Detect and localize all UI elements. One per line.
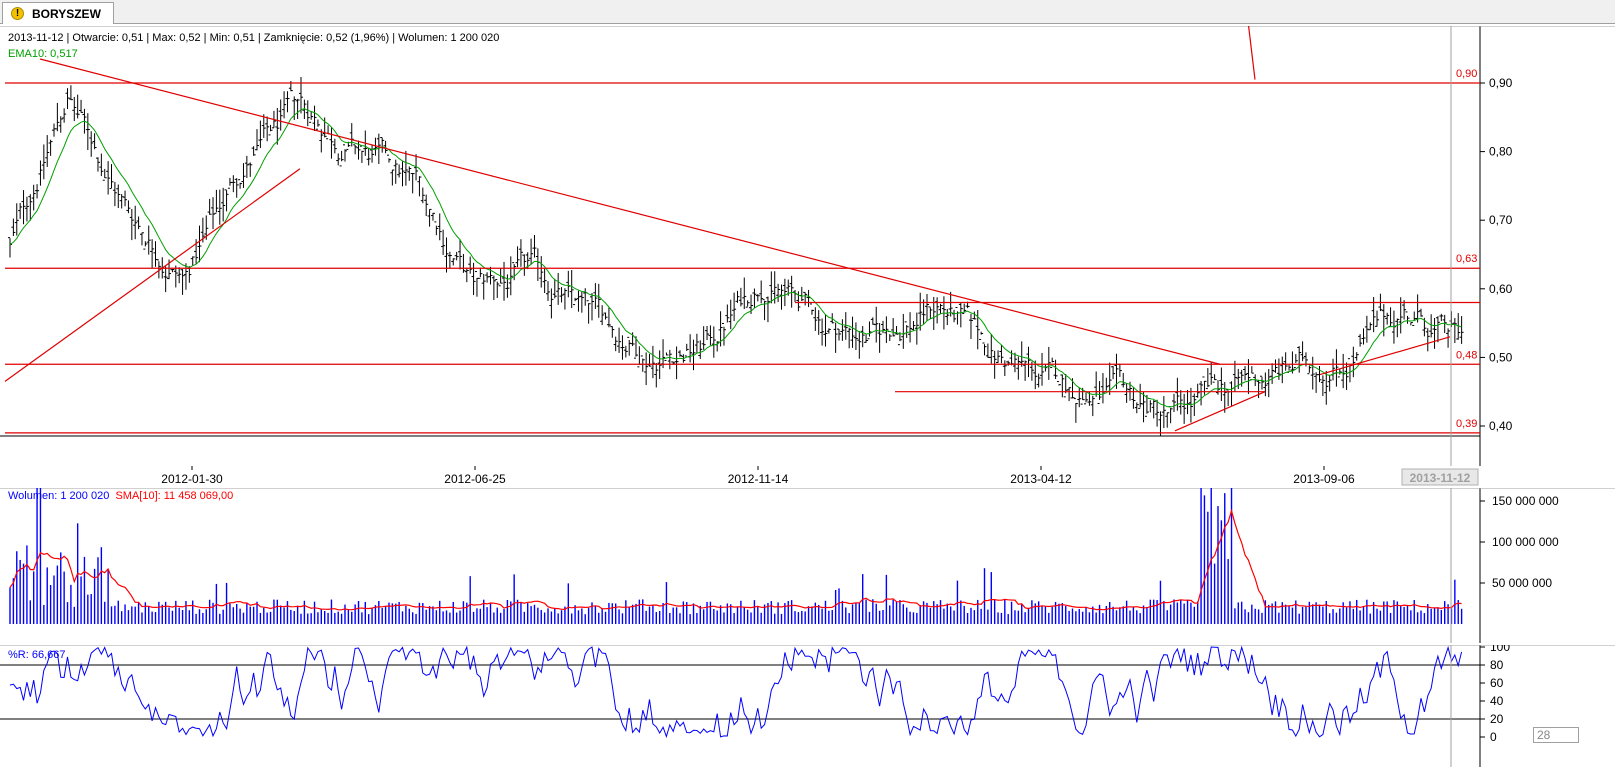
wr-tick-label: 100 [1490,645,1510,654]
volume-tick-label: 100 000 000 [1492,535,1559,549]
level-label: 0,39 [1456,418,1477,430]
wr-tick-label: 20 [1490,712,1504,726]
price-chart[interactable]: 0,90 0,80 0,70 0,60 0,50 0,40 0,90 0,63 0,48 0,39 [0,26,1615,466]
wr-label: %R: 66,667 [8,649,66,661]
trend-line [39,58,1221,365]
price-tick-label: 0,60 [1489,282,1513,296]
wr-line [9,645,1463,739]
wr-tick-label: 60 [1490,676,1504,690]
price-tick-label: 0,90 [1489,76,1513,90]
volume-legend-volume: Wolumen: 1 200 020 [8,490,110,502]
price-tick-label: 0,80 [1489,145,1513,159]
volume-chart[interactable]: 150 000 000 100 000 000 50 000 000 [0,488,1615,643]
volume-tick-label: 50 000 000 [1492,576,1552,590]
ohlc-info: 2013-11-12 | Otwarcie: 0,51 | Max: 0,52 … [8,32,500,44]
trend-line [1174,391,1266,432]
scroll-value-field[interactable]: 28 [1533,727,1579,743]
volume-pane[interactable]: 150 000 000 100 000 000 50 000 000 Wolumen… [0,488,1615,643]
volume-legend: Wolumen: 1 200 020 SMA[10]: 11 458 069,0… [8,490,233,502]
price-tick-label: 0,50 [1489,350,1513,364]
cursor-date-label: 2013-11-12 [1410,471,1471,485]
trend-line [1319,336,1451,376]
price-tick-label: 0,70 [1489,213,1513,227]
ema-line [9,108,1462,408]
date-tick-label: 2013-04-12 [1010,472,1072,486]
wr-pane[interactable]: 100 80 60 40 20 0 %R: 66,667 [0,645,1615,767]
price-tick-label: 0,40 [1489,419,1513,433]
date-tick-label: 2012-06-25 [444,472,506,486]
trend-line [1247,26,1256,80]
level-label: 0,90 [1456,68,1477,80]
wr-tick-label: 40 [1490,694,1504,708]
level-label: 0,63 [1456,253,1477,265]
volume-tick-label: 150 000 000 [1492,494,1559,508]
date-tick-label: 2012-11-14 [728,472,789,486]
volume-legend-sma: SMA[10]: 11 458 069,00 [115,490,234,502]
trend-line [4,168,301,382]
tab-label: BORYSZEW [32,6,101,21]
date-axis: 2012-01-30 2012-06-25 2012-11-14 2013-04-12… [0,466,1530,488]
sma-line [9,508,1462,611]
warning-icon: ! [11,7,24,20]
ema-label: EMA10: 0,517 [8,48,78,60]
wr-tick-label: 80 [1490,658,1504,672]
level-label: 0,48 [1456,349,1477,361]
tab-bar: ! BORYSZEW [0,0,1615,24]
tab-boryszew[interactable]: ! BORYSZEW [2,2,114,24]
williams-r-chart[interactable]: 100 80 60 40 20 0 [0,645,1615,767]
wr-tick-label: 0 [1490,730,1497,744]
date-tick-label: 2012-01-30 [161,472,223,486]
date-tick-label: 2013-09-06 [1293,472,1355,486]
price-pane[interactable]: 0,90 0,80 0,70 0,60 0,50 0,40 0,90 0,63 0,48 0,39… [0,26,1615,466]
